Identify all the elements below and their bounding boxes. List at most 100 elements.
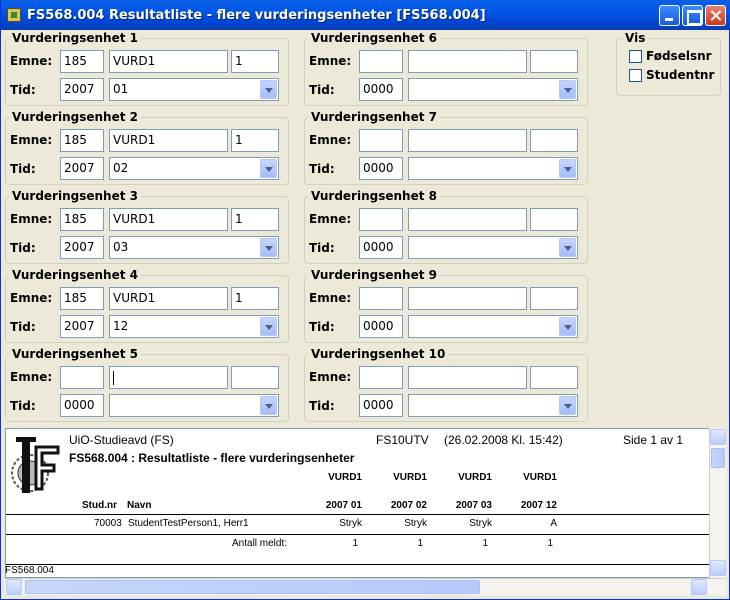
emne-kode-input-6[interactable] (408, 50, 527, 73)
minimize-button[interactable] (659, 5, 680, 26)
terminkode-dropdown-8[interactable] (408, 236, 578, 259)
tid-label: Tid: (10, 320, 36, 334)
fodselsnr-checkbox[interactable] (629, 50, 642, 63)
scroll-up-button[interactable] (710, 429, 726, 445)
scroll-down-button[interactable] (710, 560, 726, 576)
chevron-down-icon[interactable] (260, 317, 277, 336)
terminkode-dropdown-10[interactable] (408, 394, 578, 417)
chevron-down-icon[interactable] (559, 238, 576, 257)
scroll-left-button[interactable] (6, 579, 22, 595)
chevron-down-icon[interactable] (559, 317, 576, 336)
chevron-down-icon[interactable] (260, 159, 277, 178)
chevron-down-icon[interactable] (260, 396, 277, 415)
vurderingsenhet-1-title: Vurderingsenhet 1 (9, 31, 141, 45)
text-cursor (113, 370, 114, 385)
tid-label: Tid: (309, 162, 335, 176)
versjon-input-4[interactable]: 1 (231, 287, 279, 310)
emne-label: Emne: (10, 370, 53, 384)
arstall-input-3[interactable]: 2007 (60, 236, 104, 259)
emne-kode-input-4[interactable]: VURD1 (109, 287, 228, 310)
emne-nr-input-7[interactable] (359, 129, 403, 152)
studentnr-checkbox[interactable] (629, 69, 642, 82)
vurderingsenhet-4-group: Vurderingsenhet 4 Emne: 185 VURD1 1 Tid: 2007 1… (5, 268, 289, 343)
chevron-down-icon[interactable] (559, 396, 576, 415)
close-button[interactable] (705, 5, 726, 26)
arstall-input-8[interactable]: 0000 (359, 236, 403, 259)
versjon-input-1[interactable]: 1 (231, 50, 279, 73)
sum-cell-3: 1 (482, 538, 488, 549)
arstall-input-10[interactable]: 0000 (359, 394, 403, 417)
vurderingsenhet-2-group: Vurderingsenhet 2 Emne: 185 VURD1 1 Tid: 2007 0… (5, 110, 289, 185)
emne-nr-input-9[interactable] (359, 287, 403, 310)
terminkode-dropdown-3[interactable]: 03 (109, 236, 279, 259)
terminkode-dropdown-7[interactable] (408, 157, 578, 180)
col-emne-4: VURD1 (523, 472, 557, 483)
tid-label: Tid: (10, 83, 36, 97)
chevron-down-icon[interactable] (260, 238, 277, 257)
maximize-button[interactable] (682, 5, 703, 26)
terminkode-dropdown-2[interactable]: 02 (109, 157, 279, 180)
terminkode-dropdown-9[interactable] (408, 315, 578, 338)
arstall-input-4[interactable]: 2007 (60, 315, 104, 338)
versjon-input-6[interactable] (530, 50, 578, 73)
arstall-input-5[interactable]: 0000 (60, 394, 104, 417)
chevron-down-icon[interactable] (260, 80, 277, 99)
emne-nr-input-10[interactable] (359, 366, 403, 389)
emne-kode-input-10[interactable] (408, 366, 527, 389)
app-window: FS568.004 Resultatliste - flere vurderin… (0, 0, 730, 600)
vurderingsenhet-7-group: Vurderingsenhet 7 Emne: Tid: 0000 (304, 110, 588, 185)
emne-nr-input-4[interactable]: 185 (60, 287, 104, 310)
chevron-down-icon[interactable] (559, 159, 576, 178)
emne-label: Emne: (10, 212, 53, 226)
tid-label: Tid: (309, 399, 335, 413)
versjon-input-8[interactable] (530, 208, 578, 231)
scroll-right-button[interactable] (691, 579, 707, 595)
versjon-input-9[interactable] (530, 287, 578, 310)
chevron-down-icon[interactable] (559, 80, 576, 99)
versjon-input-5[interactable] (231, 366, 279, 389)
terminkode-dropdown-1[interactable]: 01 (109, 78, 279, 101)
emne-label: Emne: (309, 133, 352, 147)
terminkode-dropdown-6[interactable] (408, 78, 578, 101)
emne-kode-input-7[interactable] (408, 129, 527, 152)
versjon-input-10[interactable] (530, 366, 578, 389)
col-tid-1: 2007 01 (325, 500, 362, 511)
emne-kode-input-1[interactable]: VURD1 (109, 50, 228, 73)
emne-kode-input-3[interactable]: VURD1 (109, 208, 228, 231)
result-cell-3: Stryk (469, 518, 492, 529)
vertical-scrollbar[interactable] (709, 428, 726, 578)
arstall-input-2[interactable]: 2007 (60, 157, 104, 180)
emne-nr-input-6[interactable] (359, 50, 403, 73)
vertical-scroll-thumb[interactable] (711, 448, 725, 468)
arstall-input-6[interactable]: 0000 (359, 78, 403, 101)
versjon-input-3[interactable]: 1 (231, 208, 279, 231)
emne-kode-input-5[interactable] (109, 366, 228, 389)
arstall-input-7[interactable]: 0000 (359, 157, 403, 180)
horizontal-scrollbar[interactable] (5, 578, 726, 595)
emne-kode-value-4: VURD1 (113, 291, 156, 305)
emne-kode-input-2[interactable]: VURD1 (109, 129, 228, 152)
arstall-input-9[interactable]: 0000 (359, 315, 403, 338)
emne-label: Emne: (309, 370, 352, 384)
emne-nr-input-1[interactable]: 185 (60, 50, 104, 73)
tid-label: Tid: (309, 83, 335, 97)
arstall-input-1[interactable]: 2007 (60, 78, 104, 101)
result-cell-4: A (550, 518, 557, 529)
emne-nr-input-8[interactable] (359, 208, 403, 231)
emne-kode-input-8[interactable] (408, 208, 527, 231)
versjon-input-2[interactable]: 1 (231, 129, 279, 152)
emne-nr-input-2[interactable]: 185 (60, 129, 104, 152)
emne-nr-input-3[interactable]: 185 (60, 208, 104, 231)
window-title: FS568.004 Resultatliste - flere vurderin… (27, 8, 486, 23)
emne-nr-input-5[interactable] (60, 366, 104, 389)
vurderingsenhet-7-title: Vurderingsenhet 7 (308, 110, 440, 124)
terminkode-dropdown-4[interactable]: 12 (109, 315, 279, 338)
terminkode-dropdown-5[interactable] (109, 394, 279, 417)
title-bar[interactable]: FS568.004 Resultatliste - flere vurderin… (1, 0, 730, 30)
horizontal-scroll-thumb[interactable] (25, 580, 480, 594)
studentnr-label: Studentnr (646, 68, 715, 82)
row-divider (6, 534, 709, 535)
sum-label: Antall meldt: (232, 538, 288, 549)
emne-kode-input-9[interactable] (408, 287, 527, 310)
versjon-input-7[interactable] (530, 129, 578, 152)
